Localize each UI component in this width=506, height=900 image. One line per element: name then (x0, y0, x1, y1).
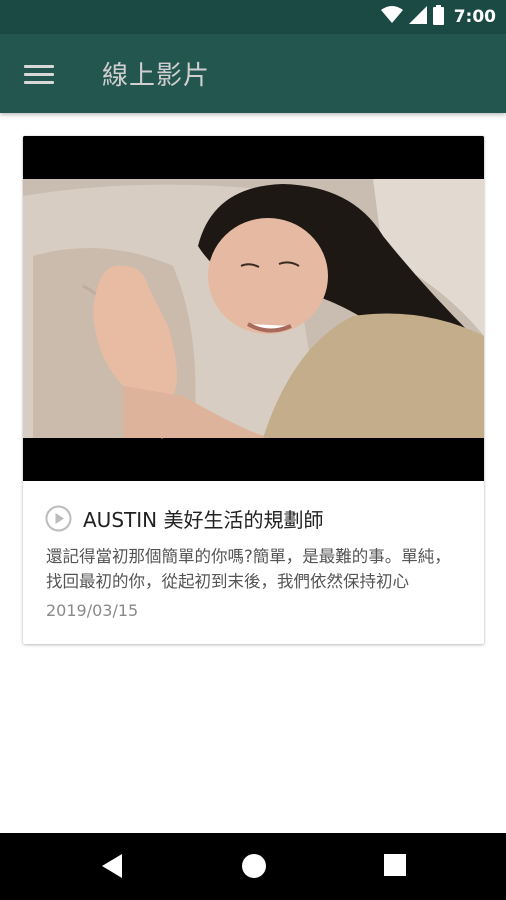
video-description: 還記得當初那個簡單的你嗎?簡單，是最難的事。單純，找回最初的你，從起初到末後，我… (46, 547, 451, 591)
wifi-icon (380, 6, 403, 28)
status-bar: 7:00 (0, 0, 506, 34)
video-card[interactable]: AUSTIN 美好生活的規劃師 還記得當初那個簡單的你嗎?簡單，是最難的事。單純… (23, 136, 484, 644)
signal-icon (408, 6, 427, 28)
back-icon[interactable] (100, 853, 126, 883)
video-date: 2019/03/15 (46, 601, 139, 620)
home-icon[interactable] (241, 853, 267, 883)
hamburger-menu-icon[interactable] (24, 63, 56, 85)
recents-icon[interactable] (383, 853, 407, 881)
app-bar: 線上影片 (0, 34, 506, 113)
status-time: 7:00 (453, 7, 496, 27)
video-title: AUSTIN 美好生活的規劃師 (83, 508, 324, 532)
page-title: 線上影片 (102, 61, 211, 91)
video-thumbnail[interactable] (23, 136, 484, 481)
battery-icon (432, 5, 444, 29)
video-title-row: AUSTIN 美好生活的規劃師 (45, 504, 323, 533)
system-nav-bar (0, 833, 506, 900)
play-circle-icon[interactable] (45, 505, 72, 532)
